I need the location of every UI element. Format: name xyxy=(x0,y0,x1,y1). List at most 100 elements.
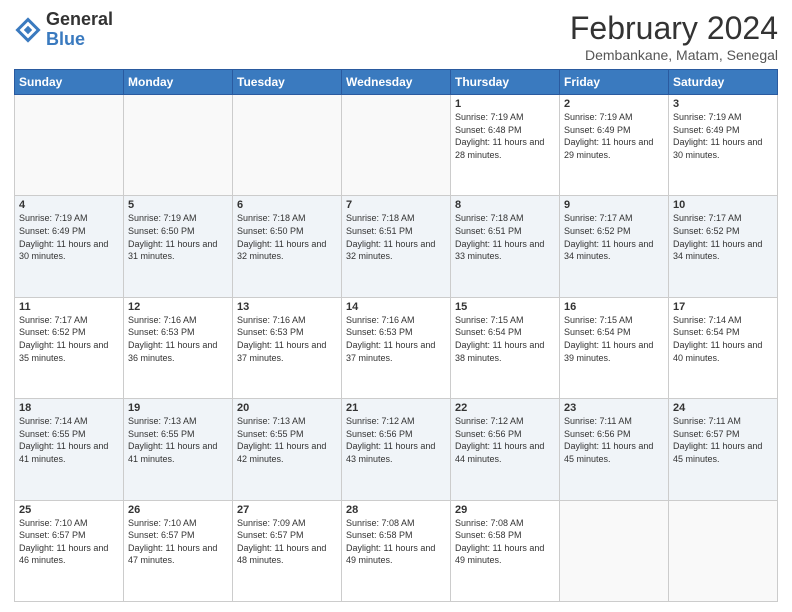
table-row: 27Sunrise: 7:09 AM Sunset: 6:57 PM Dayli… xyxy=(233,500,342,601)
day-number: 28 xyxy=(346,504,446,516)
day-info: Sunrise: 7:08 AM Sunset: 6:58 PM Dayligh… xyxy=(346,517,446,567)
day-info: Sunrise: 7:09 AM Sunset: 6:57 PM Dayligh… xyxy=(237,517,337,567)
logo: General Blue xyxy=(14,10,113,50)
table-row: 15Sunrise: 7:15 AM Sunset: 6:54 PM Dayli… xyxy=(451,297,560,398)
day-number: 6 xyxy=(237,199,337,211)
header-saturday: Saturday xyxy=(669,70,778,95)
day-info: Sunrise: 7:17 AM Sunset: 6:52 PM Dayligh… xyxy=(673,212,773,262)
table-row: 9Sunrise: 7:17 AM Sunset: 6:52 PM Daylig… xyxy=(560,196,669,297)
table-row: 6Sunrise: 7:18 AM Sunset: 6:50 PM Daylig… xyxy=(233,196,342,297)
month-title: February 2024 xyxy=(570,10,778,47)
day-info: Sunrise: 7:11 AM Sunset: 6:56 PM Dayligh… xyxy=(564,415,664,465)
calendar-row: 25Sunrise: 7:10 AM Sunset: 6:57 PM Dayli… xyxy=(15,500,778,601)
day-info: Sunrise: 7:14 AM Sunset: 6:55 PM Dayligh… xyxy=(19,415,119,465)
day-number: 18 xyxy=(19,402,119,414)
table-row: 16Sunrise: 7:15 AM Sunset: 6:54 PM Dayli… xyxy=(560,297,669,398)
calendar-header-row: Sunday Monday Tuesday Wednesday Thursday… xyxy=(15,70,778,95)
table-row: 12Sunrise: 7:16 AM Sunset: 6:53 PM Dayli… xyxy=(124,297,233,398)
table-row: 1Sunrise: 7:19 AM Sunset: 6:48 PM Daylig… xyxy=(451,95,560,196)
table-row: 8Sunrise: 7:18 AM Sunset: 6:51 PM Daylig… xyxy=(451,196,560,297)
table-row xyxy=(233,95,342,196)
table-row: 25Sunrise: 7:10 AM Sunset: 6:57 PM Dayli… xyxy=(15,500,124,601)
table-row: 20Sunrise: 7:13 AM Sunset: 6:55 PM Dayli… xyxy=(233,399,342,500)
day-number: 27 xyxy=(237,504,337,516)
day-info: Sunrise: 7:16 AM Sunset: 6:53 PM Dayligh… xyxy=(128,314,228,364)
day-info: Sunrise: 7:16 AM Sunset: 6:53 PM Dayligh… xyxy=(346,314,446,364)
day-info: Sunrise: 7:15 AM Sunset: 6:54 PM Dayligh… xyxy=(564,314,664,364)
table-row: 7Sunrise: 7:18 AM Sunset: 6:51 PM Daylig… xyxy=(342,196,451,297)
header-monday: Monday xyxy=(124,70,233,95)
day-number: 9 xyxy=(564,199,664,211)
table-row: 18Sunrise: 7:14 AM Sunset: 6:55 PM Dayli… xyxy=(15,399,124,500)
day-number: 10 xyxy=(673,199,773,211)
day-info: Sunrise: 7:19 AM Sunset: 6:49 PM Dayligh… xyxy=(564,111,664,161)
day-number: 4 xyxy=(19,199,119,211)
day-info: Sunrise: 7:12 AM Sunset: 6:56 PM Dayligh… xyxy=(455,415,555,465)
day-number: 3 xyxy=(673,98,773,110)
table-row: 26Sunrise: 7:10 AM Sunset: 6:57 PM Dayli… xyxy=(124,500,233,601)
day-number: 19 xyxy=(128,402,228,414)
day-info: Sunrise: 7:12 AM Sunset: 6:56 PM Dayligh… xyxy=(346,415,446,465)
table-row xyxy=(124,95,233,196)
calendar-row: 11Sunrise: 7:17 AM Sunset: 6:52 PM Dayli… xyxy=(15,297,778,398)
day-number: 25 xyxy=(19,504,119,516)
table-row: 11Sunrise: 7:17 AM Sunset: 6:52 PM Dayli… xyxy=(15,297,124,398)
logo-text: General Blue xyxy=(46,10,113,50)
day-info: Sunrise: 7:15 AM Sunset: 6:54 PM Dayligh… xyxy=(455,314,555,364)
day-number: 20 xyxy=(237,402,337,414)
table-row: 17Sunrise: 7:14 AM Sunset: 6:54 PM Dayli… xyxy=(669,297,778,398)
day-number: 26 xyxy=(128,504,228,516)
day-info: Sunrise: 7:19 AM Sunset: 6:50 PM Dayligh… xyxy=(128,212,228,262)
table-row: 2Sunrise: 7:19 AM Sunset: 6:49 PM Daylig… xyxy=(560,95,669,196)
calendar-row: 4Sunrise: 7:19 AM Sunset: 6:49 PM Daylig… xyxy=(15,196,778,297)
table-row: 28Sunrise: 7:08 AM Sunset: 6:58 PM Dayli… xyxy=(342,500,451,601)
day-number: 14 xyxy=(346,301,446,313)
day-number: 7 xyxy=(346,199,446,211)
header-tuesday: Tuesday xyxy=(233,70,342,95)
day-number: 21 xyxy=(346,402,446,414)
day-info: Sunrise: 7:13 AM Sunset: 6:55 PM Dayligh… xyxy=(128,415,228,465)
day-number: 15 xyxy=(455,301,555,313)
table-row: 24Sunrise: 7:11 AM Sunset: 6:57 PM Dayli… xyxy=(669,399,778,500)
day-info: Sunrise: 7:19 AM Sunset: 6:49 PM Dayligh… xyxy=(673,111,773,161)
day-number: 29 xyxy=(455,504,555,516)
day-info: Sunrise: 7:18 AM Sunset: 6:50 PM Dayligh… xyxy=(237,212,337,262)
day-number: 2 xyxy=(564,98,664,110)
table-row: 29Sunrise: 7:08 AM Sunset: 6:58 PM Dayli… xyxy=(451,500,560,601)
day-number: 11 xyxy=(19,301,119,313)
table-row: 22Sunrise: 7:12 AM Sunset: 6:56 PM Dayli… xyxy=(451,399,560,500)
day-info: Sunrise: 7:13 AM Sunset: 6:55 PM Dayligh… xyxy=(237,415,337,465)
day-number: 12 xyxy=(128,301,228,313)
day-number: 13 xyxy=(237,301,337,313)
header-sunday: Sunday xyxy=(15,70,124,95)
page: General Blue February 2024 Dembankane, M… xyxy=(0,0,792,612)
table-row: 19Sunrise: 7:13 AM Sunset: 6:55 PM Dayli… xyxy=(124,399,233,500)
table-row: 4Sunrise: 7:19 AM Sunset: 6:49 PM Daylig… xyxy=(15,196,124,297)
day-info: Sunrise: 7:17 AM Sunset: 6:52 PM Dayligh… xyxy=(564,212,664,262)
logo-icon xyxy=(14,16,42,44)
table-row: 10Sunrise: 7:17 AM Sunset: 6:52 PM Dayli… xyxy=(669,196,778,297)
table-row: 14Sunrise: 7:16 AM Sunset: 6:53 PM Dayli… xyxy=(342,297,451,398)
day-number: 16 xyxy=(564,301,664,313)
calendar-row: 1Sunrise: 7:19 AM Sunset: 6:48 PM Daylig… xyxy=(15,95,778,196)
logo-general-text: General xyxy=(46,10,113,30)
table-row: 5Sunrise: 7:19 AM Sunset: 6:50 PM Daylig… xyxy=(124,196,233,297)
day-info: Sunrise: 7:18 AM Sunset: 6:51 PM Dayligh… xyxy=(346,212,446,262)
table-row: 3Sunrise: 7:19 AM Sunset: 6:49 PM Daylig… xyxy=(669,95,778,196)
day-info: Sunrise: 7:11 AM Sunset: 6:57 PM Dayligh… xyxy=(673,415,773,465)
day-info: Sunrise: 7:10 AM Sunset: 6:57 PM Dayligh… xyxy=(128,517,228,567)
table-row xyxy=(669,500,778,601)
day-info: Sunrise: 7:18 AM Sunset: 6:51 PM Dayligh… xyxy=(455,212,555,262)
day-info: Sunrise: 7:10 AM Sunset: 6:57 PM Dayligh… xyxy=(19,517,119,567)
table-row xyxy=(560,500,669,601)
day-number: 5 xyxy=(128,199,228,211)
table-row: 21Sunrise: 7:12 AM Sunset: 6:56 PM Dayli… xyxy=(342,399,451,500)
calendar-table: Sunday Monday Tuesday Wednesday Thursday… xyxy=(14,69,778,602)
day-info: Sunrise: 7:19 AM Sunset: 6:48 PM Dayligh… xyxy=(455,111,555,161)
day-info: Sunrise: 7:17 AM Sunset: 6:52 PM Dayligh… xyxy=(19,314,119,364)
table-row: 23Sunrise: 7:11 AM Sunset: 6:56 PM Dayli… xyxy=(560,399,669,500)
table-row xyxy=(15,95,124,196)
header-friday: Friday xyxy=(560,70,669,95)
table-row xyxy=(342,95,451,196)
day-number: 1 xyxy=(455,98,555,110)
